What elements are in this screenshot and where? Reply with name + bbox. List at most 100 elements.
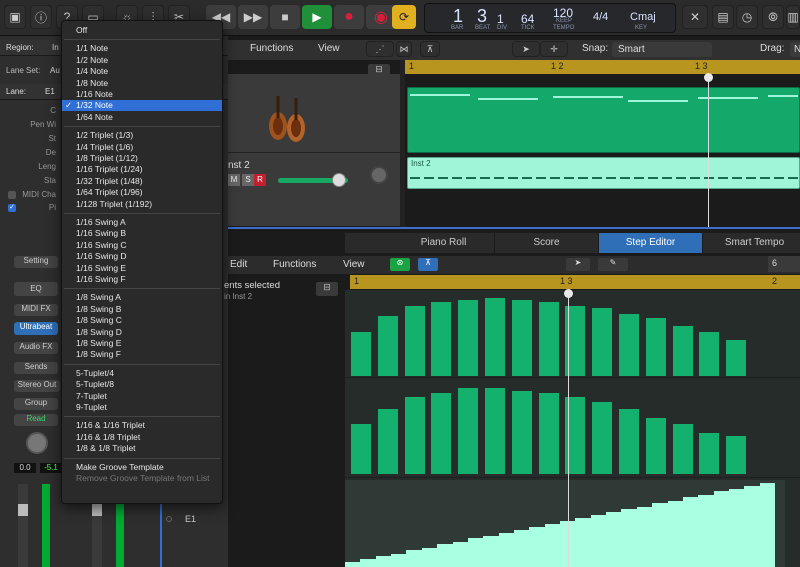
drag-dropdown[interactable]: No Over xyxy=(790,42,800,57)
playhead-handle[interactable] xyxy=(704,73,713,82)
menu-item[interactable]: 1/8 Triplet (1/12) xyxy=(62,153,222,164)
mute-button[interactable]: M xyxy=(228,174,240,186)
velocity-step[interactable] xyxy=(606,512,622,567)
menu-item[interactable]: 1/8 Swing E xyxy=(62,338,222,349)
menu-item[interactable]: 1/16 Swing B xyxy=(62,228,222,239)
note-pad-icon[interactable]: ▤ xyxy=(712,5,734,29)
menu-item[interactable]: Make Groove Template xyxy=(62,462,222,473)
flex-icon[interactable]: ⋈ xyxy=(396,41,412,57)
step-bar[interactable] xyxy=(485,388,505,474)
velocity-step[interactable] xyxy=(467,538,484,567)
velocity-step[interactable] xyxy=(728,489,745,567)
midi-in-icon[interactable]: ⊛ xyxy=(390,258,410,271)
midi-region[interactable] xyxy=(407,87,800,153)
velocity-step[interactable] xyxy=(498,533,515,567)
list-editors-icon[interactable]: ✕ xyxy=(682,5,708,29)
step-bar[interactable] xyxy=(458,388,479,474)
velocity-step[interactable] xyxy=(713,491,730,567)
cycle-icon[interactable]: ⟳ xyxy=(392,5,416,29)
step-bar[interactable] xyxy=(726,340,747,376)
step-lane[interactable] xyxy=(345,290,800,378)
marquee-tool-icon[interactable]: ✛ xyxy=(540,41,568,57)
velocity-step[interactable] xyxy=(483,536,500,567)
step-bar[interactable] xyxy=(511,391,532,474)
velocity-step[interactable] xyxy=(360,559,377,567)
step-bar[interactable] xyxy=(351,332,371,376)
menu-item[interactable]: 1/2 Triplet (1/3) xyxy=(62,130,222,141)
velocity-step[interactable] xyxy=(590,515,607,567)
solo-button[interactable]: S xyxy=(242,174,254,186)
step-bar[interactable] xyxy=(619,314,639,376)
fader-handle[interactable] xyxy=(18,504,28,516)
snap-dropdown[interactable]: Smart xyxy=(612,42,712,57)
velocity-step[interactable] xyxy=(698,495,715,567)
record-enable-button[interactable]: R xyxy=(254,174,266,186)
browser-icon[interactable]: ▥ xyxy=(786,5,800,29)
editor-divider[interactable] xyxy=(228,227,800,229)
menu-item[interactable]: 7-Tuplet xyxy=(62,391,222,402)
playhead[interactable] xyxy=(568,290,569,567)
menu-item[interactable]: 1/64 Note xyxy=(62,112,222,123)
group-button[interactable]: Group xyxy=(14,398,58,410)
step-bar[interactable] xyxy=(351,424,371,474)
pan-knob[interactable] xyxy=(26,432,48,454)
step-bar[interactable] xyxy=(431,302,452,376)
menu-item[interactable]: 1/8 Swing A xyxy=(62,292,222,303)
step-bar[interactable] xyxy=(404,397,425,474)
step-bar[interactable] xyxy=(592,402,613,474)
fader-handle[interactable] xyxy=(92,504,102,516)
step-bar[interactable] xyxy=(645,418,666,474)
menu-item[interactable]: 1/16 Note xyxy=(62,89,222,100)
step-bar[interactable] xyxy=(726,436,747,474)
instrument-slot-button[interactable]: Ultrabeat xyxy=(14,322,58,335)
menu-item[interactable]: 1/8 Swing B xyxy=(62,304,222,315)
velocity-step[interactable] xyxy=(513,530,530,567)
tab-smart-tempo[interactable]: Smart Tempo xyxy=(703,233,800,253)
step-bar[interactable] xyxy=(538,393,559,474)
menu-item[interactable]: 1/16 Swing D xyxy=(62,251,222,262)
pointer-tool-icon[interactable]: ➤ xyxy=(566,258,590,271)
velocity-step[interactable] xyxy=(544,524,561,567)
menu-item[interactable]: 1/64 Triplet (1/96) xyxy=(62,187,222,198)
step-bar[interactable] xyxy=(431,393,452,474)
editor-ruler[interactable]: 1 1 3 2 xyxy=(350,275,800,289)
menu-item[interactable]: 5-Tuplet/4 xyxy=(62,368,222,379)
velocity-step[interactable] xyxy=(406,550,423,567)
functions-menu[interactable]: Functions xyxy=(273,259,316,270)
menu-item[interactable]: 1/4 Triplet (1/6) xyxy=(62,142,222,153)
record-icon[interactable]: ● xyxy=(334,5,364,29)
velocity-step[interactable] xyxy=(452,542,469,567)
velocity-step[interactable] xyxy=(667,501,684,567)
menu-item[interactable]: 1/16 & 1/8 Triplet xyxy=(62,432,222,443)
inspector-icon[interactable]: ⓘ xyxy=(30,5,52,29)
menu-item[interactable]: 1/16 & 1/16 Triplet xyxy=(62,420,222,431)
velocity-step[interactable] xyxy=(759,483,776,567)
lane-radio[interactable] xyxy=(166,516,172,522)
midi-fx-button[interactable]: MIDI FX xyxy=(14,304,58,316)
audio-fx-button[interactable]: Audio FX xyxy=(14,342,58,354)
menu-item[interactable]: 1/8 Swing C xyxy=(62,315,222,326)
menu-item[interactable]: 1/16 Swing F xyxy=(62,274,222,285)
velocity-step[interactable] xyxy=(437,544,453,567)
step-bar[interactable] xyxy=(699,433,720,474)
velocity-step[interactable] xyxy=(575,518,592,567)
menu-item[interactable]: 9-Tuplet xyxy=(62,402,222,413)
history-icon[interactable]: ◷ xyxy=(736,5,758,29)
tab-piano-roll[interactable]: Piano Roll xyxy=(393,233,495,253)
velocity-step[interactable] xyxy=(621,509,638,567)
view-menu[interactable]: View xyxy=(343,259,365,270)
step-lane[interactable] xyxy=(345,378,800,478)
step-bar[interactable] xyxy=(377,409,398,474)
stop-icon[interactable]: ■ xyxy=(270,5,300,29)
forward-icon[interactable]: ▶▶ xyxy=(238,5,268,29)
view-menu[interactable]: View xyxy=(318,43,340,54)
menu-item[interactable]: 1/1 Note xyxy=(62,43,222,54)
velocity-step[interactable] xyxy=(652,503,668,567)
catch-icon[interactable]: ⊼ xyxy=(418,258,438,271)
velocity-step[interactable] xyxy=(391,554,407,567)
menu-item[interactable]: 1/2 Note xyxy=(62,55,222,66)
track-name[interactable]: nst 2 xyxy=(228,160,250,171)
automation-mode-button[interactable]: Read xyxy=(14,414,58,426)
step-bar[interactable] xyxy=(404,306,425,376)
playhead[interactable] xyxy=(708,74,709,227)
